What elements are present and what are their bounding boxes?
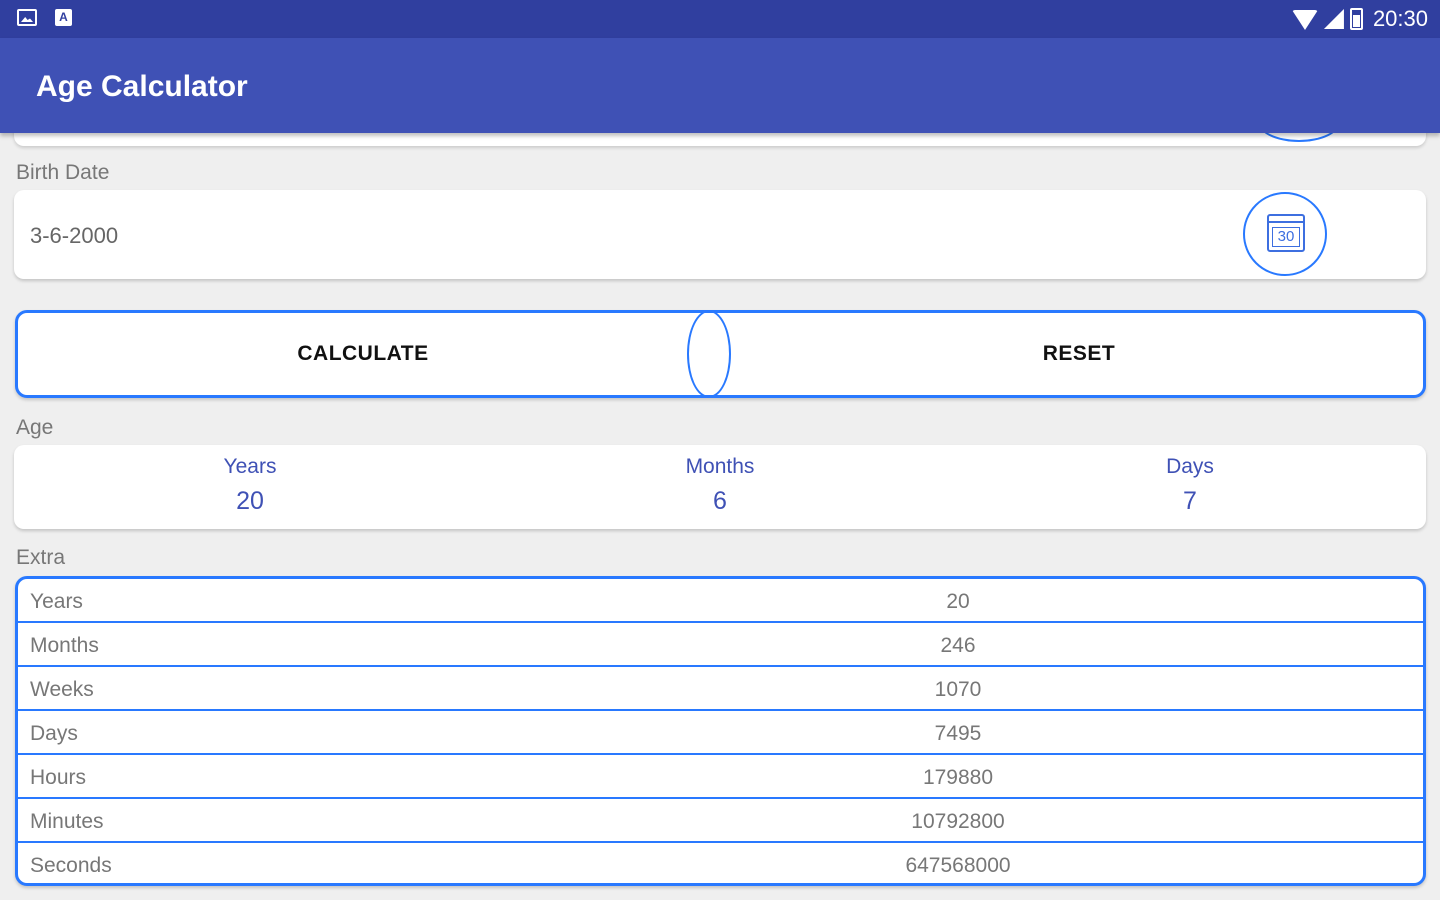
table-row: Months 246: [18, 623, 1423, 667]
battery-icon: [1349, 8, 1363, 30]
age-months: Months 6: [620, 455, 820, 516]
calculate-button[interactable]: CALCULATE: [18, 313, 708, 395]
age-months-label: Months: [685, 455, 755, 478]
calendar-button[interactable]: 30: [1243, 192, 1327, 276]
status-bar-system: 20:30: [1291, 5, 1428, 33]
status-bar-notifications: A: [17, 9, 72, 26]
table-row: Years 20: [18, 579, 1423, 623]
row-label: Minutes: [30, 810, 104, 833]
table-row: Hours 179880: [18, 755, 1423, 799]
age-days: Days 7: [1090, 455, 1290, 516]
status-time: 20:30: [1372, 6, 1428, 31]
a-icon: A: [55, 9, 72, 26]
image-icon: [17, 9, 37, 26]
calendar-icon: 30: [1267, 214, 1305, 252]
row-label: Years: [30, 590, 83, 613]
age-card: Years 20 Months 6 Days 7: [14, 445, 1426, 529]
age-years-value: 20: [236, 487, 264, 515]
table-row: Weeks 1070: [18, 667, 1423, 711]
wifi-icon: [1291, 10, 1318, 30]
birth-date-label: Birth Date: [16, 161, 110, 184]
action-separator: [687, 310, 731, 398]
row-label: Weeks: [30, 678, 94, 701]
row-value: 246: [940, 634, 976, 657]
extra-section-label: Extra: [16, 546, 66, 569]
age-years: Years 20: [150, 455, 350, 516]
age-years-label: Years: [223, 455, 277, 478]
status-bar: A 20:30: [0, 0, 1440, 38]
action-bar: CALCULATE RESET: [15, 310, 1426, 398]
age-months-value: 6: [713, 487, 727, 515]
row-value: 10792800: [911, 810, 1005, 833]
age-section-label: Age: [16, 416, 54, 439]
row-label: Seconds: [30, 854, 112, 877]
table-row: Minutes 10792800: [18, 799, 1423, 843]
birth-date-card: 3-6-2000 30: [14, 190, 1426, 279]
table-row: Days 7495: [18, 711, 1423, 755]
row-value: 647568000: [905, 854, 1011, 877]
signal-icon: [1323, 9, 1344, 29]
row-label: Hours: [30, 766, 87, 789]
extra-table: Years 20 Months 246 Weeks 1070 Days 7495…: [15, 576, 1426, 886]
age-days-label: Days: [1166, 455, 1214, 478]
reset-button[interactable]: RESET: [732, 313, 1426, 395]
calendar-icon-day: 30: [1272, 227, 1300, 247]
row-value: 179880: [922, 766, 994, 789]
app-title: Age Calculator: [36, 70, 248, 103]
age-days-value: 7: [1183, 487, 1197, 515]
row-label: Months: [30, 634, 99, 657]
table-row: Seconds 647568000: [18, 843, 1423, 883]
app-bar: Age Calculator: [0, 38, 1440, 133]
row-value: 7495: [934, 722, 982, 745]
birth-date-value[interactable]: 3-6-2000: [30, 223, 118, 249]
row-value: 1070: [934, 678, 982, 701]
row-value: 20: [946, 590, 970, 613]
row-label: Days: [30, 722, 78, 745]
